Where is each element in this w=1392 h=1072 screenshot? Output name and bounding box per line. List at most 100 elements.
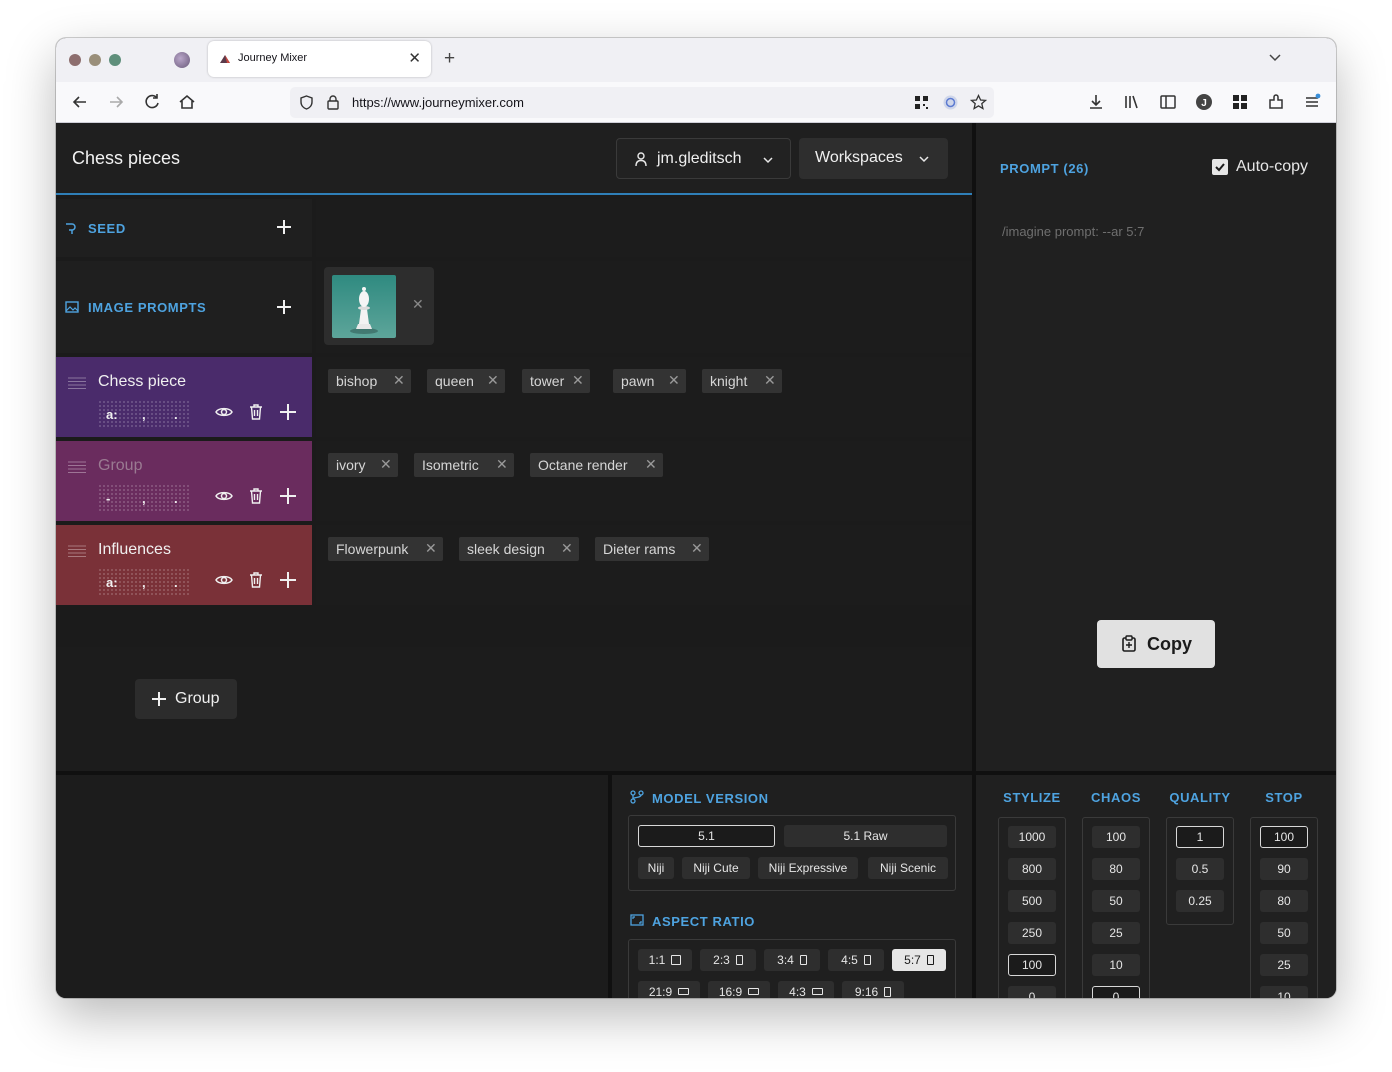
remove-tag-icon[interactable]: ✕ (487, 372, 499, 389)
group-weight-input[interactable]: -,. (98, 484, 190, 512)
trash-icon[interactable] (247, 487, 265, 505)
extension-camera-icon[interactable] (942, 94, 959, 111)
window-minimize-button[interactable] (89, 54, 101, 66)
library-icon[interactable] (1122, 92, 1142, 112)
aspect-ratio-option[interactable]: 5:7 (892, 949, 946, 971)
param-value-option[interactable]: 100 (1008, 954, 1056, 976)
home-icon[interactable] (177, 92, 197, 112)
window-close-button[interactable] (69, 54, 81, 66)
tag-chip[interactable]: Dieter rams ✕ (595, 537, 709, 561)
tag-chip[interactable]: pawn ✕ (613, 369, 686, 393)
param-value-option[interactable]: 50 (1260, 922, 1308, 944)
remove-tag-icon[interactable]: ✕ (393, 372, 405, 389)
remove-tag-icon[interactable]: ✕ (425, 540, 437, 557)
sidebar-icon[interactable] (1158, 92, 1178, 112)
drag-handle-icon[interactable] (68, 377, 86, 389)
param-value-option[interactable]: 80 (1260, 890, 1308, 912)
param-value-option[interactable]: 800 (1008, 858, 1056, 880)
param-value-option[interactable]: 100 (1092, 826, 1140, 848)
new-tab-icon[interactable]: + (444, 48, 455, 70)
drag-handle-icon[interactable] (68, 461, 86, 473)
param-value-option[interactable]: 90 (1260, 858, 1308, 880)
remove-tag-icon[interactable]: ✕ (764, 372, 776, 389)
param-value-option[interactable]: 25 (1092, 922, 1140, 944)
model-version-option[interactable]: 5.1 Raw (784, 825, 947, 847)
auto-copy-checkbox[interactable] (1212, 159, 1228, 175)
extension-grid-icon[interactable] (1230, 92, 1250, 112)
tag-chip[interactable]: tower ✕ (522, 369, 590, 393)
param-value-option[interactable]: 0 (1008, 986, 1056, 998)
prompt-text[interactable]: /imagine prompt: --ar 5:7 (1002, 224, 1144, 239)
add-tag-icon[interactable] (279, 403, 297, 421)
tag-chip[interactable]: knight ✕ (702, 369, 782, 393)
model-version-option[interactable]: Niji Scenic (868, 857, 948, 879)
tag-chip[interactable]: sleek design ✕ (459, 537, 579, 561)
remove-tag-icon[interactable]: ✕ (668, 372, 680, 389)
eye-icon[interactable] (215, 403, 233, 421)
remove-tag-icon[interactable]: ✕ (691, 540, 703, 557)
workspaces-menu-button[interactable]: Workspaces (799, 138, 948, 179)
add-tag-icon[interactable] (279, 487, 297, 505)
param-value-option[interactable]: 100 (1260, 826, 1308, 848)
remove-tag-icon[interactable]: ✕ (645, 456, 657, 473)
downloads-icon[interactable] (1086, 92, 1106, 112)
model-version-option[interactable]: 5.1 (638, 825, 775, 847)
aspect-ratio-option[interactable]: 4:5 (828, 949, 884, 971)
param-value-option[interactable]: 250 (1008, 922, 1056, 944)
param-value-option[interactable]: 1 (1176, 826, 1224, 848)
remove-tag-icon[interactable]: ✕ (561, 540, 573, 557)
remove-tag-icon[interactable]: ✕ (572, 372, 584, 389)
param-value-option[interactable]: 10 (1092, 954, 1140, 976)
drag-handle-icon[interactable] (68, 545, 86, 557)
tag-chip[interactable]: Octane render ✕ (530, 453, 663, 477)
add-seed-icon[interactable] (275, 218, 293, 236)
trash-icon[interactable] (247, 403, 265, 421)
add-image-prompt-icon[interactable] (275, 298, 293, 316)
image-prompt-card[interactable]: ✕ (324, 267, 434, 345)
add-tag-icon[interactable] (279, 571, 297, 589)
browser-tab[interactable]: Journey Mixer ✕ (208, 41, 431, 77)
param-value-option[interactable]: 1000 (1008, 826, 1056, 848)
param-value-option[interactable]: 0.5 (1176, 858, 1224, 880)
url-bar[interactable]: https://www.journeymixer.com (290, 87, 994, 118)
param-value-option[interactable]: 0 (1092, 986, 1140, 998)
param-value-option[interactable]: 80 (1092, 858, 1140, 880)
extensions-puzzle-icon[interactable] (1266, 92, 1286, 112)
aspect-ratio-option[interactable]: 21:9 (638, 981, 700, 998)
firefox-view-icon[interactable] (174, 52, 190, 68)
group-name[interactable]: Influences (98, 541, 171, 559)
back-icon[interactable] (70, 92, 90, 112)
tracking-protection-shield-icon[interactable] (298, 94, 315, 111)
param-value-option[interactable]: 25 (1260, 954, 1308, 976)
window-zoom-button[interactable] (109, 54, 121, 66)
group-weight-input[interactable]: a:,. (98, 400, 190, 428)
copy-button[interactable]: Copy (1097, 620, 1215, 668)
group-weight-input[interactable]: a:,. (98, 568, 190, 596)
model-version-option[interactable]: Niji Expressive (758, 857, 858, 879)
remove-tag-icon[interactable]: ✕ (496, 456, 508, 473)
aspect-ratio-option[interactable]: 4:3 (778, 981, 834, 998)
forward-icon[interactable] (106, 92, 126, 112)
tag-chip[interactable]: Isometric ✕ (414, 453, 514, 477)
tag-chip[interactable]: bishop ✕ (328, 369, 411, 393)
param-value-option[interactable]: 500 (1008, 890, 1056, 912)
tag-chip[interactable]: ivory ✕ (328, 453, 398, 477)
param-value-option[interactable]: 0.25 (1176, 890, 1224, 912)
add-group-button[interactable]: Group (135, 679, 237, 719)
user-menu-button[interactable]: jm.gleditsch (616, 138, 791, 179)
list-all-tabs-icon[interactable] (1268, 50, 1282, 64)
eye-icon[interactable] (215, 571, 233, 589)
aspect-ratio-option[interactable]: 3:4 (764, 949, 820, 971)
model-version-option[interactable]: Niji (638, 857, 674, 879)
lock-icon[interactable] (326, 94, 340, 111)
qr-code-icon[interactable] (914, 95, 929, 110)
app-menu-icon[interactable] (1302, 92, 1322, 112)
trash-icon[interactable] (247, 571, 265, 589)
tab-close-icon[interactable]: ✕ (408, 49, 421, 67)
remove-image-icon[interactable]: ✕ (412, 296, 424, 313)
model-version-option[interactable]: Niji Cute (682, 857, 750, 879)
param-value-option[interactable]: 10 (1260, 986, 1308, 998)
tag-chip[interactable]: queen ✕ (427, 369, 505, 393)
aspect-ratio-option[interactable]: 1:1 (638, 949, 692, 971)
group-name[interactable]: Group (98, 457, 142, 475)
